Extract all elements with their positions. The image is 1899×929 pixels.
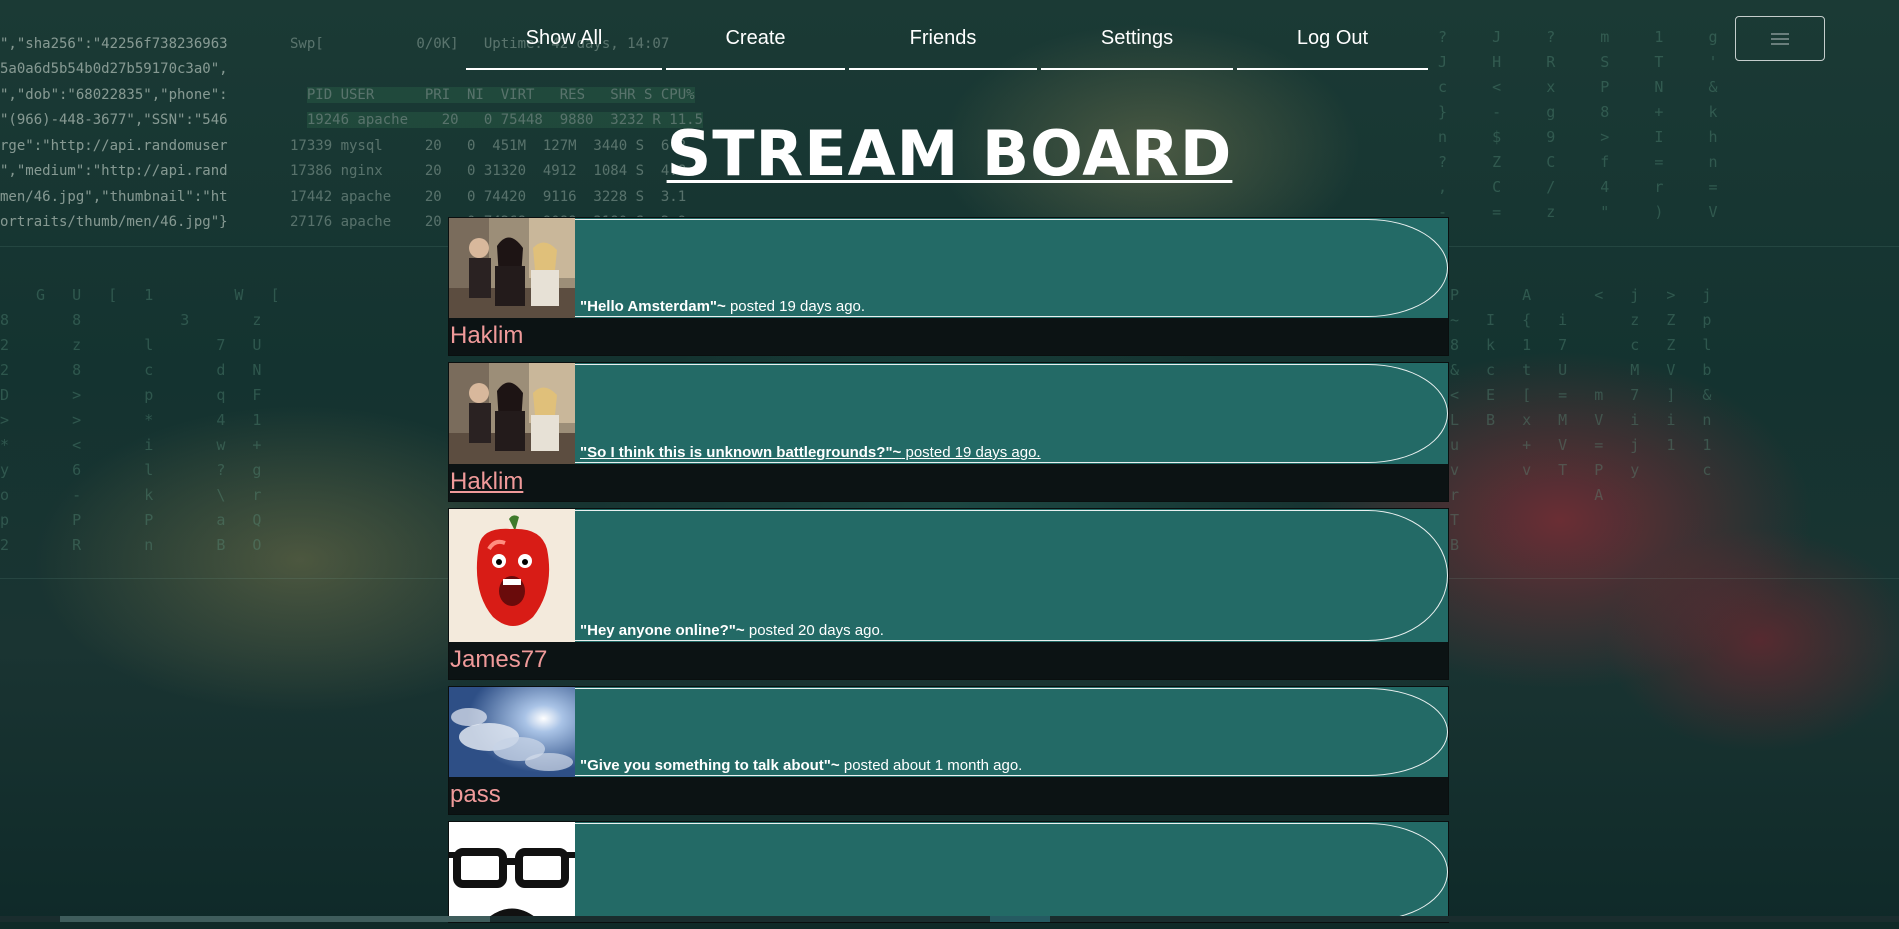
post-author[interactable]: James77 [450, 646, 547, 673]
post-card: "Hey anyone online?"~ posted 20 days ago… [448, 508, 1449, 680]
post-message-line: "Give you something to talk about"~ post… [580, 757, 1022, 774]
post-author[interactable]: Haklim [450, 468, 523, 495]
post-body: "Hello Amsterdam"~ posted 19 days ago. [449, 218, 1448, 318]
post-author-bar: Haklim [449, 464, 1448, 501]
post-author[interactable]: Haklim [450, 322, 523, 349]
post-message: "Hey anyone online?"~ [580, 622, 745, 639]
post-card [448, 821, 1449, 923]
nav-settings[interactable]: Settings [1041, 14, 1233, 70]
avatar-group-photo [449, 218, 575, 318]
avatar-sky-clouds [449, 687, 575, 777]
nav-log-out[interactable]: Log Out [1237, 14, 1428, 70]
post-body: "So I think this is unknown battleground… [449, 363, 1448, 464]
stream-board: "Hello Amsterdam"~ posted 19 days ago. H… [448, 217, 1449, 929]
post-author[interactable]: pass [450, 781, 501, 808]
post-body: "Give you something to talk about"~ post… [449, 687, 1448, 777]
post-message-line: "Hello Amsterdam"~ posted 19 days ago. [580, 298, 865, 315]
nav-show-all[interactable]: Show All [466, 14, 662, 70]
post-card: "Hello Amsterdam"~ posted 19 days ago. H… [448, 217, 1449, 356]
post-body: "Hey anyone online?"~ posted 20 days ago… [449, 509, 1448, 642]
hamburger-icon [1771, 32, 1789, 45]
post-body [449, 822, 1448, 922]
post-meta: posted 19 days ago. [901, 444, 1041, 461]
avatar-group-photo [449, 363, 575, 464]
avatar-glasses-mustache [449, 822, 575, 922]
post-message-line: "Hey anyone online?"~ posted 20 days ago… [580, 622, 884, 639]
post-author-bar: Haklim [449, 318, 1448, 355]
post-message-line[interactable]: "So I think this is unknown battleground… [580, 444, 1041, 461]
post-author-bar: pass [449, 777, 1448, 814]
post-message: "Hello Amsterdam"~ [580, 298, 726, 315]
nav-create[interactable]: Create [666, 14, 845, 70]
post-message: "So I think this is unknown battleground… [580, 444, 902, 461]
menu-toggle-button[interactable] [1735, 16, 1825, 61]
page-title-wrap: STREAM BOARD [0, 117, 1899, 190]
post-card: "So I think this is unknown battleground… [448, 362, 1449, 502]
background-code-rain: G U [ 1 W [ 8 8 3 z 2 z l 7 U 2 8 c d N … [0, 286, 289, 554]
background-code-rain: P A < j > j ~ I { i z Z p 8 k 1 7 c Z l … [1450, 286, 1721, 554]
page-title: STREAM BOARD [666, 117, 1233, 190]
avatar-pepper-face [449, 509, 575, 642]
scrollbar-thumb[interactable] [60, 916, 490, 922]
scrollbar-segment [990, 916, 1050, 922]
post-card: "Give you something to talk about"~ post… [448, 686, 1449, 815]
post-meta: posted about 1 month ago. [839, 757, 1023, 774]
nav-friends[interactable]: Friends [849, 14, 1037, 70]
background-code-rain: ? J ? m 1 g J H R S T ' c < x P N & } - … [1438, 28, 1727, 230]
post-meta: posted 20 days ago. [744, 622, 884, 639]
horizontal-scrollbar[interactable] [0, 916, 1899, 922]
post-meta: posted 19 days ago. [725, 298, 866, 315]
post-message: "Give you something to talk about"~ [580, 757, 840, 774]
post-author-bar: James77 [449, 642, 1448, 679]
speech-bubble [561, 823, 1448, 921]
main-nav: Show All Create Friends Settings Log Out [466, 14, 1428, 72]
